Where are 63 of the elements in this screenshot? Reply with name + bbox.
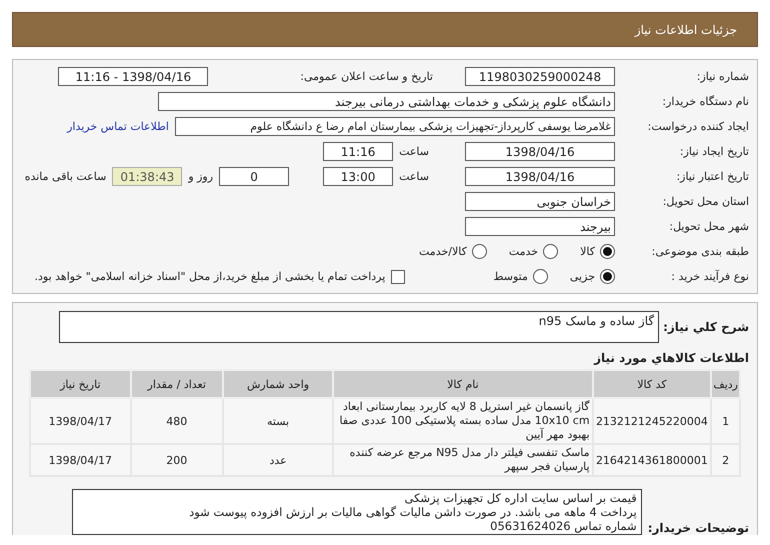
radio-button[interactable] [600, 269, 615, 284]
option-label: خدمت [508, 245, 538, 258]
field-label: نام دستگاه خریدار: [661, 95, 750, 108]
field-label: ساعت [399, 170, 429, 183]
table-cell: 480 [130, 398, 223, 444]
checkbox[interactable] [391, 270, 406, 284]
field-label: شماره نیاز: [696, 70, 750, 83]
column-header: کد کالا [592, 370, 712, 398]
description-label: شرح کلي نياز: [663, 320, 749, 334]
radio-button[interactable] [600, 244, 615, 259]
buyer-notes-label: توضیحات خریدار: [648, 521, 749, 535]
buyer-org-field: دانشگاه علوم پزشکی و خدمات بهداشتی درمانی بیرجند [158, 92, 615, 111]
column-header: ردیف [711, 370, 740, 398]
table-cell: 2 [711, 444, 740, 476]
table-cell: ماسک تنفسی فیلتر دار مدل N95 مرجع عرضه کننده پارسیان فجر سپهر [333, 444, 593, 476]
field-label: ساعت باقی مانده [24, 170, 106, 183]
remaining-time-field: 01:38:43 [112, 167, 182, 186]
field-label: تاریخ اعتبار نیاز: [675, 170, 750, 183]
column-header: تاریخ نیاز [30, 370, 131, 398]
table-cell: 1398/04/17 [30, 444, 131, 476]
need-number-field: 1198030259000248 [465, 67, 615, 86]
section-title: اطلاعات کالاهاي مورد نياز [12, 343, 758, 369]
field-label: ساعت [399, 145, 429, 158]
field-label: طبقه بندی موضوعی: [650, 245, 750, 258]
validity-date-field: 1398/04/16 [465, 167, 615, 186]
column-header: نام کالا [333, 370, 593, 398]
field-label: شهر محل تحویل: [668, 220, 750, 233]
buyer-contact-link[interactable]: اطلاعات تماس خریدار [67, 120, 169, 133]
option-label: جزیی [570, 270, 595, 283]
option-label: متوسط [493, 270, 528, 283]
table-cell: 2132121245220004 [592, 398, 712, 444]
table-cell: 200 [130, 444, 223, 476]
table-cell: 1398/04/17 [30, 398, 131, 444]
buyer-notes-field: قیمت بر اساس سایت اداره کل تجهیزات پزشکی پرداخت 4 ماهه می باشد. در صورت داشن مالیات گواهی مالیات بر ارزش افزوده پیوست شود شماره تماس 05631624026 [72, 489, 642, 535]
radio-button[interactable] [543, 244, 558, 259]
requester-field: غلامرضا یوسفی کارپرداز-تجهیزات پزشکی بیمارستان امام رضا ع دانشگاه علوم [175, 117, 615, 136]
table-cell: گاز پانسمان غیر استریل 8 لایه کاربرد بیمارستانی ابعاد 10x10 cm مدل ساده بسته پلاستیکی 100 عددی صفا بهبود مهر آیین [333, 398, 593, 444]
option-label: کالا/خدمت [419, 245, 467, 258]
validity-time-field: 13:00 [323, 167, 394, 186]
table-cell: بسته [222, 398, 334, 444]
table-cell: 1 [711, 398, 740, 444]
created-time-field: 11:16 [323, 142, 394, 161]
radio-button[interactable] [532, 269, 548, 284]
city-field: بیرجند [465, 217, 615, 236]
page-header: جزئیات اطلاعات نیاز [12, 12, 758, 47]
field-label: استان محل تحویل: [662, 195, 750, 208]
payment-note: پرداخت تمام یا بخشی از مبلغ خرید،از محل "اسناد خزانه اسلامی" خواهد بود. [34, 270, 386, 283]
field-label: تاریخ ایجاد نیاز: [678, 145, 750, 158]
field-label: ایجاد کننده درخواست: [646, 120, 750, 133]
created-date-field: 1398/04/16 [465, 142, 615, 161]
table-cell: عدد [222, 444, 334, 476]
option-label: کالا [580, 245, 595, 258]
field-label: تاریخ و ساعت اعلان عمومی: [300, 70, 433, 83]
table-cell: 2164214361800001 [592, 444, 712, 476]
column-header: تعداد / مقدار [130, 370, 223, 398]
announce-date-field: 1398/04/16 - 11:16 [58, 67, 208, 86]
field-label: روز و [188, 170, 214, 183]
province-field: خراسان جنوبی [465, 192, 615, 211]
description-field: گاز ساده و ماسک n95 [59, 311, 660, 343]
field-label: نوع فرآیند خرید : [670, 270, 750, 283]
column-header: واحد شمارش [222, 370, 334, 398]
days-field: 0 [219, 167, 290, 186]
radio-button[interactable] [472, 244, 487, 259]
